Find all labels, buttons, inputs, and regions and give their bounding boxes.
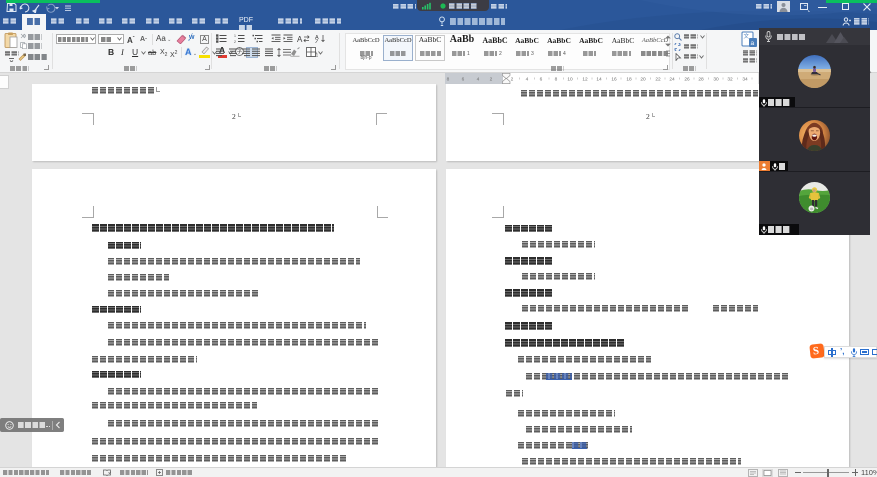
svg-text:34: 34 bbox=[742, 77, 748, 83]
svg-text:8: 8 bbox=[447, 77, 450, 83]
svg-text:28: 28 bbox=[698, 77, 704, 83]
svg-text:30: 30 bbox=[713, 77, 719, 83]
svg-text:32: 32 bbox=[727, 77, 733, 83]
svg-text:1: 1 bbox=[234, 34, 236, 38]
svg-text:6: 6 bbox=[540, 77, 543, 83]
svg-text:a: a bbox=[751, 40, 755, 47]
svg-text:22: 22 bbox=[655, 77, 661, 83]
svg-text:2: 2 bbox=[234, 40, 236, 43]
svg-text:14: 14 bbox=[596, 77, 602, 83]
svg-text:2: 2 bbox=[490, 77, 493, 83]
svg-text:26: 26 bbox=[684, 77, 690, 83]
svg-text:6: 6 bbox=[462, 77, 465, 83]
svg-text:8: 8 bbox=[555, 77, 558, 83]
svg-text:16: 16 bbox=[611, 77, 617, 83]
svg-text:12: 12 bbox=[582, 77, 588, 83]
svg-text:2: 2 bbox=[511, 77, 514, 83]
svg-text:20: 20 bbox=[640, 77, 646, 83]
svg-text:文: 文 bbox=[744, 32, 750, 40]
svg-text:18: 18 bbox=[626, 77, 632, 83]
svg-text:10: 10 bbox=[567, 77, 573, 83]
svg-text:24: 24 bbox=[669, 77, 675, 83]
svg-text:4: 4 bbox=[477, 77, 480, 83]
svg-text:A: A bbox=[297, 35, 303, 43]
svg-text:4: 4 bbox=[526, 77, 529, 83]
